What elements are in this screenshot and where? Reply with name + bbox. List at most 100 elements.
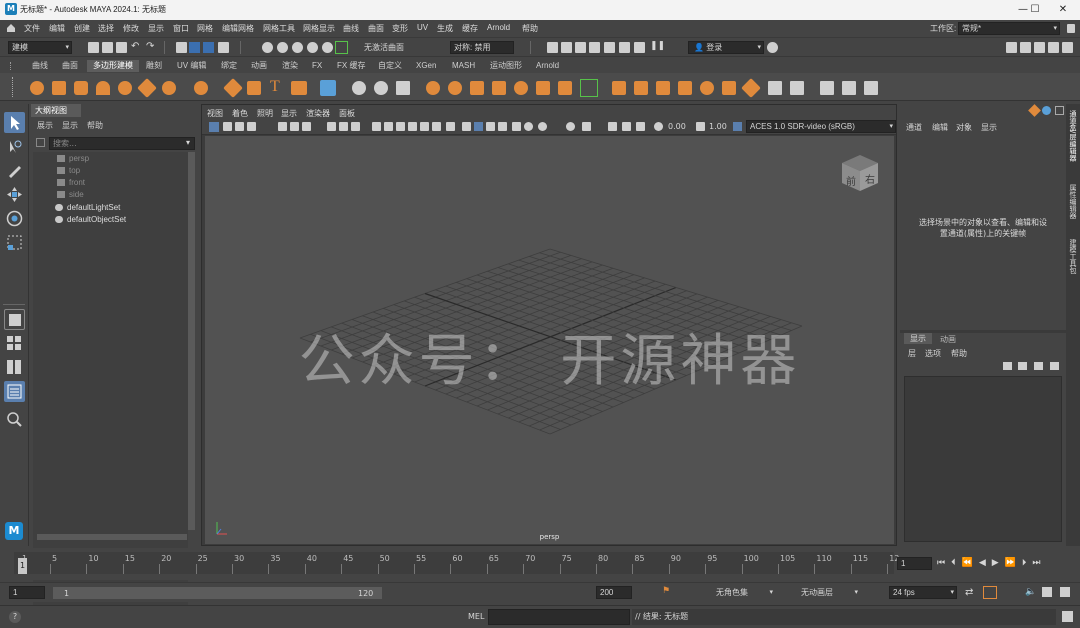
viewport-3d[interactable]: 公众号： 开源神器 前 右 persp xyxy=(205,136,894,544)
maximize-button[interactable]: ☐ xyxy=(1023,2,1047,18)
workspace-dropdown[interactable]: 常规* ▾ xyxy=(958,22,1060,35)
fps-dropdown[interactable]: 24 fps ▾ xyxy=(889,586,957,599)
filter-icon[interactable] xyxy=(36,138,45,147)
multisample-aa-icon[interactable] xyxy=(474,122,483,131)
xray-joints-icon[interactable] xyxy=(524,122,533,131)
shelf-tab-uv-editing[interactable]: UV 编辑 xyxy=(171,60,212,72)
vp-menu-shading[interactable]: 着色 xyxy=(232,108,248,119)
menu-edit-mesh[interactable]: 编辑网格 xyxy=(222,23,254,34)
layer-menu-help[interactable]: 帮助 xyxy=(951,348,967,359)
select-camera-icon[interactable] xyxy=(209,122,219,132)
attribute-editor-icon[interactable] xyxy=(1034,42,1045,53)
ipr-render-icon[interactable] xyxy=(561,42,572,53)
camera-attributes-icon[interactable] xyxy=(223,122,232,131)
cb-menu-channels[interactable]: 通道 xyxy=(906,122,922,133)
select-by-type-icon[interactable] xyxy=(218,42,229,53)
loop-icon[interactable]: ⇄ xyxy=(965,587,973,598)
boolean-union-icon[interactable] xyxy=(426,81,440,95)
wireframe-on-shaded-icon[interactable] xyxy=(396,122,405,131)
menu-set-dropdown[interactable]: 建模 ▾ xyxy=(8,41,72,54)
isolate-select-icon[interactable] xyxy=(498,122,507,131)
menu-surfaces[interactable]: 曲面 xyxy=(368,23,384,34)
uv-editor-icon[interactable] xyxy=(320,80,336,96)
shelf-tab-poly-modeling[interactable]: 多边形建模 xyxy=(87,60,139,72)
layer-tab-anim[interactable]: 动画 xyxy=(940,334,956,345)
paint-select-tool-icon[interactable] xyxy=(4,160,25,181)
redo-icon[interactable]: ↷ xyxy=(146,41,154,52)
poly-cone-icon[interactable] xyxy=(96,81,110,95)
outliner-layout-icon[interactable] xyxy=(4,381,25,402)
undo-icon[interactable]: ↶ xyxy=(131,41,139,52)
exposure-value[interactable]: 0.00 xyxy=(668,122,686,131)
shelf-tab-rigging[interactable]: 绑定 xyxy=(215,60,243,72)
step-back-frame-icon[interactable]: ⏪ xyxy=(962,558,979,568)
search-options-icon[interactable]: ▾ xyxy=(186,138,190,147)
menu-uv[interactable]: UV xyxy=(417,23,428,32)
safe-action-icon[interactable] xyxy=(327,122,336,131)
quad-draw-icon[interactable] xyxy=(678,81,692,95)
crease-icon[interactable] xyxy=(820,81,834,95)
menu-select[interactable]: 选择 xyxy=(98,23,114,34)
script-editor-icon[interactable] xyxy=(1062,611,1073,622)
step-back-key-icon[interactable]: ⏴ xyxy=(951,558,962,568)
retopology-icon[interactable] xyxy=(864,81,878,95)
step-forward-frame-icon[interactable]: ⏩ xyxy=(1005,558,1022,568)
shelf-tab-rendering[interactable]: 渲染 xyxy=(276,60,304,72)
menu-file[interactable]: 文件 xyxy=(24,23,40,34)
outliner-horizontal-scrollbar[interactable] xyxy=(37,534,187,540)
light-editor-icon[interactable] xyxy=(619,42,630,53)
single-perspective-layout-icon[interactable] xyxy=(4,309,25,330)
resolution-gate-icon[interactable] xyxy=(302,122,311,131)
menu-create[interactable]: 创建 xyxy=(74,23,90,34)
select-object-icon[interactable] xyxy=(189,42,200,53)
float-panel-icon[interactable] xyxy=(1055,106,1064,115)
vp-menu-panels[interactable]: 面板 xyxy=(339,108,355,119)
render-setup-icon[interactable] xyxy=(604,42,615,53)
four-view-layout-icon[interactable] xyxy=(4,333,25,354)
menu-mesh[interactable]: 网格 xyxy=(197,23,213,34)
shadows-icon[interactable] xyxy=(446,122,455,131)
super-shape-icon[interactable] xyxy=(223,78,243,98)
view-cube[interactable]: 前 右 xyxy=(838,151,882,195)
move-tool-icon[interactable] xyxy=(4,184,25,205)
exposure-icon[interactable] xyxy=(654,122,663,131)
shelf-tab-curves[interactable]: 曲线 xyxy=(26,60,54,72)
grid-toggle-icon[interactable] xyxy=(278,122,287,131)
current-time-marker[interactable]: 1 xyxy=(18,558,27,574)
sound-icon[interactable]: 🔈 xyxy=(1025,587,1036,597)
type-tool-icon[interactable]: T xyxy=(270,78,280,96)
animation-start-field[interactable]: 1 xyxy=(9,586,45,599)
persp-outliner-layout-icon[interactable] xyxy=(4,357,25,378)
preferences-icon[interactable] xyxy=(1060,587,1070,597)
menu-edit[interactable]: 编辑 xyxy=(49,23,65,34)
shelf-tab-surfaces[interactable]: 曲面 xyxy=(56,60,84,72)
pivot-icon[interactable] xyxy=(1028,104,1041,117)
grid-snap-icon[interactable] xyxy=(983,586,997,599)
modeling-toolkit-icon[interactable] xyxy=(1006,42,1017,53)
depth-of-field-icon[interactable] xyxy=(486,122,495,131)
play-forward-icon[interactable]: ▶ xyxy=(992,558,1005,568)
field-chart-icon[interactable] xyxy=(351,122,360,131)
outliner-menu-help[interactable]: 帮助 xyxy=(87,120,103,131)
slide-edge-icon[interactable] xyxy=(768,81,782,95)
shelf-tab-xgen[interactable]: XGen xyxy=(410,60,442,72)
rotate-tool-icon[interactable] xyxy=(4,208,25,229)
go-to-start-icon[interactable]: ⏮ xyxy=(937,558,951,568)
outliner-menu-edit[interactable]: 展示 xyxy=(37,120,53,131)
shelf-tab-custom[interactable]: 自定义 xyxy=(372,60,408,72)
poke-icon[interactable] xyxy=(790,81,804,95)
menu-cache[interactable]: 缓存 xyxy=(462,23,478,34)
image-plane-icon[interactable] xyxy=(247,122,256,131)
snap-live-icon[interactable] xyxy=(322,42,333,53)
snapshot-icon[interactable] xyxy=(634,42,645,53)
menu-arnold[interactable]: Arnold xyxy=(487,23,510,32)
symmetry-dropdown[interactable]: 对称: 禁用 xyxy=(450,41,514,54)
append-polygon-icon[interactable] xyxy=(741,78,761,98)
platonic-solid-icon[interactable] xyxy=(194,81,208,95)
shelf-tab-fx[interactable]: FX xyxy=(306,60,328,72)
menu-mesh-tools[interactable]: 网格工具 xyxy=(263,23,295,34)
anim-prefs-icon[interactable] xyxy=(1042,587,1052,597)
render-settings-icon[interactable] xyxy=(575,42,586,53)
help-line-icon[interactable] xyxy=(1042,106,1051,115)
menu-curves[interactable]: 曲线 xyxy=(343,23,359,34)
